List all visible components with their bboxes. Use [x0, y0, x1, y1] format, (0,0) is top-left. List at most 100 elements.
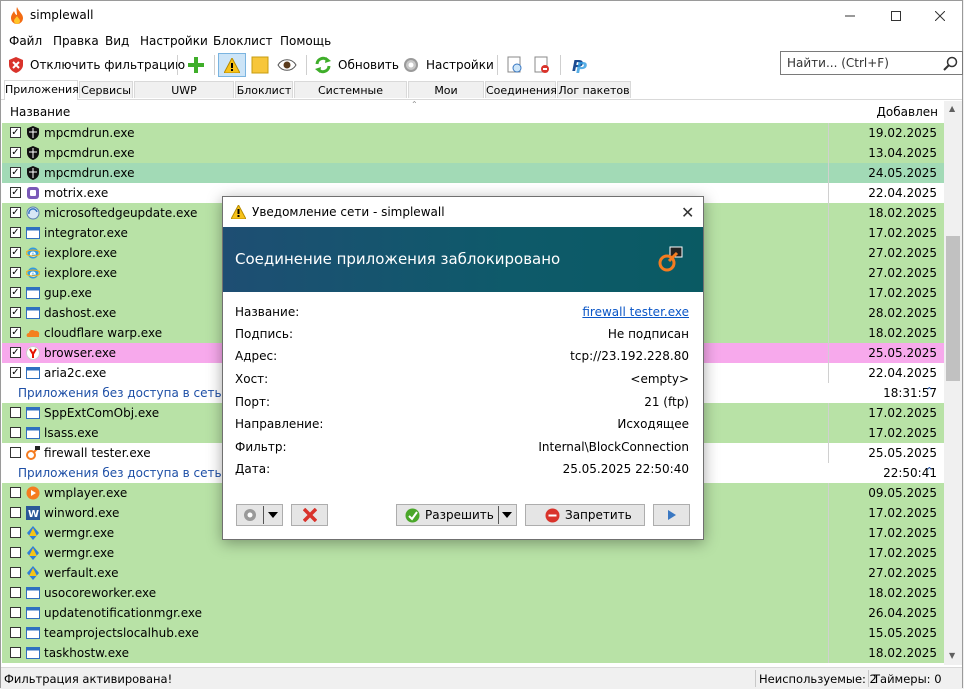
- table-row[interactable]: usocoreworker.exe 18.02.2025 12:00:22: [2, 583, 944, 620]
- next-button[interactable]: [653, 504, 690, 526]
- app-name: wermgr.exe: [44, 526, 115, 540]
- row-checkbox[interactable]: ✓: [10, 187, 21, 198]
- column-added-header[interactable]: Добавлен: [877, 105, 938, 119]
- row-checkbox[interactable]: [10, 427, 21, 438]
- warning-filter-button[interactable]: [218, 53, 246, 77]
- row-checkbox[interactable]: ✓: [10, 247, 21, 258]
- field-key: Порт:: [235, 395, 271, 409]
- deny-button[interactable]: Запретить: [525, 504, 645, 526]
- search-input[interactable]: Найти... (Ctrl+F): [780, 51, 963, 75]
- table-row[interactable]: updatenotificationmgr.exe 26.04.2025 18:5…: [2, 603, 944, 640]
- row-checkbox[interactable]: [10, 547, 21, 558]
- field-value[interactable]: firewall tester.exe: [582, 305, 689, 319]
- scrollbar-thumb[interactable]: [946, 236, 960, 381]
- app-name: aria2c.exe: [44, 366, 107, 380]
- scroll-down-icon[interactable]: ▼: [949, 651, 955, 660]
- log-view-button[interactable]: [507, 53, 523, 77]
- play-right-icon: [667, 510, 676, 520]
- dialog-close-icon[interactable]: ✕: [681, 203, 694, 222]
- menu-view[interactable]: Вид: [105, 34, 129, 48]
- field-value: 25.05.2025 22:50:40: [562, 462, 689, 476]
- allow-button[interactable]: Разрешить: [396, 504, 517, 526]
- settings-button[interactable]: Настройки: [402, 53, 494, 77]
- tab-blocklist[interactable]: Блоклист: [235, 81, 293, 98]
- row-checkbox[interactable]: [10, 627, 21, 638]
- eye-icon: [277, 59, 297, 71]
- block-icon: [545, 508, 560, 523]
- app-date: 25.05.2025 22:50:41: [828, 443, 944, 480]
- table-row[interactable]: taskhostw.exe 18.02.2025 9:02:38: [2, 643, 944, 663]
- disable-filter-button[interactable]: Отключить фильтрацию: [8, 53, 185, 77]
- row-checkbox[interactable]: [10, 447, 21, 458]
- row-checkbox[interactable]: [10, 587, 21, 598]
- app-name: iexplore.exe: [44, 246, 118, 260]
- row-checkbox[interactable]: ✓: [10, 167, 21, 178]
- row-checkbox[interactable]: ✓: [10, 267, 21, 278]
- row-checkbox[interactable]: ✓: [10, 367, 21, 378]
- row-checkbox[interactable]: [10, 607, 21, 618]
- tab-packet-log[interactable]: Лог пакетов: [557, 81, 631, 98]
- log-clear-button[interactable]: [534, 53, 550, 77]
- row-checkbox[interactable]: ✓: [10, 207, 21, 218]
- refresh-button[interactable]: Обновить: [314, 53, 399, 77]
- wer-icon: [26, 546, 40, 560]
- tab-system-rules[interactable]: Системные правила: [294, 81, 407, 114]
- shield-icon: [26, 146, 40, 160]
- field-key: Название:: [235, 305, 300, 319]
- view-button[interactable]: [277, 53, 297, 77]
- row-checkbox[interactable]: ✓: [10, 347, 21, 358]
- menu-blocklist[interactable]: Блоклист: [213, 34, 273, 48]
- row-checkbox[interactable]: ✓: [10, 287, 21, 298]
- row-checkbox[interactable]: [10, 407, 21, 418]
- table-row[interactable]: werfault.exe 27.02.2025 10:23:14: [2, 563, 944, 600]
- log-clear-icon: [534, 56, 549, 73]
- scroll-up-icon[interactable]: ▲: [949, 104, 955, 113]
- tab-services[interactable]: Сервисы: [79, 81, 133, 98]
- table-row[interactable]: ✓ mpcmdrun.exe 19.02.2025 10:52:45: [2, 123, 944, 160]
- row-checkbox[interactable]: ✓: [10, 227, 21, 238]
- row-checkbox[interactable]: ✓: [10, 327, 21, 338]
- firewall-tester-icon: [658, 246, 683, 272]
- menu-file[interactable]: Файл: [9, 34, 42, 48]
- donate-button[interactable]: PP: [571, 53, 589, 77]
- app-date: 26.04.2025 18:55:52: [828, 603, 944, 640]
- tab-uwp[interactable]: UWP приложения: [134, 81, 234, 114]
- app-window-icon: [26, 626, 40, 640]
- dialog-options-button[interactable]: [236, 504, 283, 526]
- row-checkbox[interactable]: [10, 527, 21, 538]
- close-button[interactable]: [917, 1, 963, 31]
- row-checkbox[interactable]: [10, 507, 21, 518]
- menu-edit[interactable]: Правка: [53, 34, 99, 48]
- refresh-icon: [315, 56, 331, 74]
- dialog-dismiss-button[interactable]: [291, 504, 328, 526]
- chevron-up-icon[interactable]: ⌃: [925, 385, 934, 398]
- tab-connections[interactable]: Соединения: [485, 81, 557, 98]
- row-checkbox[interactable]: ✓: [10, 147, 21, 158]
- vertical-scrollbar[interactable]: ▲ ▼: [944, 101, 962, 665]
- maximize-button[interactable]: [873, 1, 919, 31]
- table-row[interactable]: ✓ mpcmdrun.exe 13.04.2025 19:01:07: [2, 143, 944, 180]
- menu-help[interactable]: Помощь: [280, 34, 331, 48]
- row-checkbox[interactable]: [10, 487, 21, 498]
- tab-my-rules[interactable]: Мои правила: [408, 81, 484, 114]
- add-button[interactable]: [187, 53, 205, 77]
- row-checkbox[interactable]: [10, 567, 21, 578]
- row-checkbox[interactable]: ✓: [10, 127, 21, 138]
- table-row[interactable]: teamprojectslocalhub.exe 15.05.2025 22:07…: [2, 623, 944, 660]
- minimize-button[interactable]: [827, 1, 873, 31]
- note-button[interactable]: [251, 53, 269, 77]
- split-divider: [263, 506, 264, 524]
- row-checkbox[interactable]: [10, 647, 21, 658]
- table-row[interactable]: ✓ mpcmdrun.exe 24.05.2025 10:56:23: [2, 163, 944, 200]
- column-name-header[interactable]: Название: [10, 105, 70, 119]
- menu-settings[interactable]: Настройки: [140, 34, 208, 48]
- row-checkbox[interactable]: ✓: [10, 307, 21, 318]
- chevron-up-icon[interactable]: ⌃: [925, 465, 934, 478]
- app-name: winword.exe: [44, 506, 120, 520]
- motrix-icon: [26, 186, 40, 200]
- table-row[interactable]: wermgr.exe 17.02.2025 22:38:48: [2, 543, 944, 580]
- search-icon[interactable]: [943, 56, 958, 71]
- app-name: firewall tester.exe: [44, 446, 151, 460]
- tab-apps[interactable]: Приложения: [4, 80, 79, 100]
- app-window-icon: [26, 426, 40, 440]
